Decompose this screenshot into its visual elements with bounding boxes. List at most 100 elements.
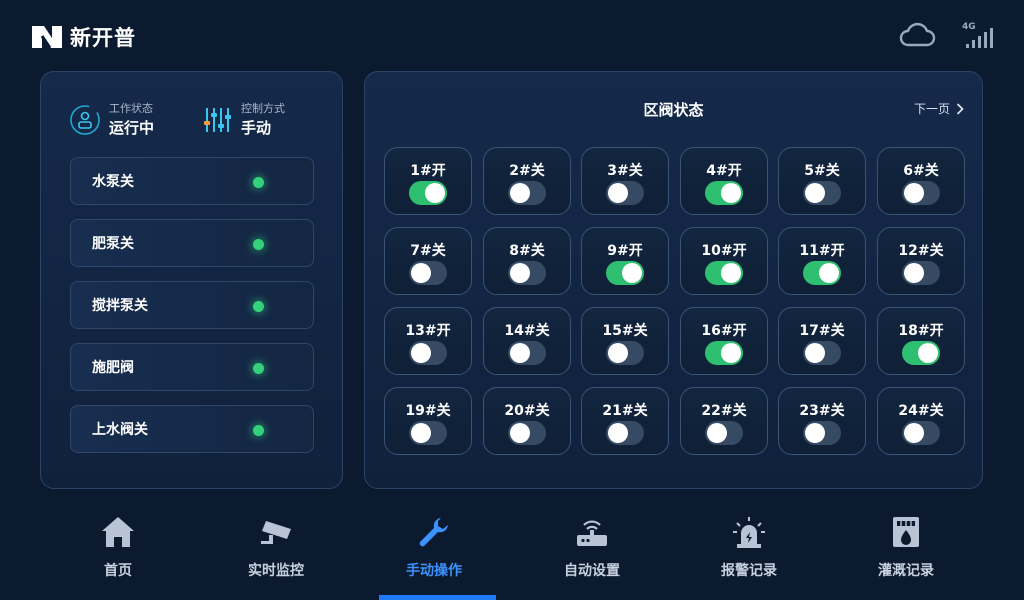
valve-cell-22[interactable]: 22#关 — [680, 387, 768, 455]
valve-toggle[interactable] — [409, 261, 447, 285]
valve-toggle[interactable] — [803, 421, 841, 445]
valve-label: 6#关 — [903, 163, 939, 179]
alarm-icon — [733, 517, 765, 548]
valve-toggle[interactable] — [409, 421, 447, 445]
valve-toggle[interactable] — [803, 261, 841, 285]
valve-cell-10[interactable]: 10#开 — [680, 227, 768, 295]
control-mode-value: 手动 — [241, 119, 272, 137]
valve-toggle[interactable] — [508, 421, 546, 445]
person-badge-icon — [70, 105, 100, 135]
valve-toggle[interactable] — [705, 181, 743, 205]
brand-name: 新开普 — [70, 26, 136, 50]
nav-label: 灌溉记录 — [878, 563, 934, 579]
valve-toggle[interactable] — [606, 421, 644, 445]
work-status-value: 运行中 — [109, 119, 155, 137]
valve-toggle[interactable] — [508, 181, 546, 205]
nav-item-manual[interactable]: 手动操作 — [364, 505, 504, 600]
valve-cell-12[interactable]: 12#关 — [877, 227, 965, 295]
valve-label: 5#关 — [804, 163, 840, 179]
toggle-knob — [721, 183, 741, 203]
valve-cell-17[interactable]: 17#关 — [778, 307, 866, 375]
bottom-nav: 首页 实时监控 手动操作 自动设置 报警记录 灌溉记录 — [0, 505, 1024, 600]
toggle-knob — [510, 263, 530, 283]
device-name: 搅拌泵关 — [92, 298, 148, 314]
valve-cell-23[interactable]: 23#关 — [778, 387, 866, 455]
equipment-status-panel: 工作状态 运行中 控制方式 手动 水泵关 肥泵关 搅拌泵关 施肥阀 上水阀关 — [40, 71, 343, 489]
valve-label: 9#开 — [607, 243, 643, 259]
valve-cell-3[interactable]: 3#关 — [581, 147, 669, 215]
toggle-knob — [510, 343, 530, 363]
valve-cell-1[interactable]: 1#开 — [384, 147, 472, 215]
device-row-water-pump: 水泵关 — [70, 157, 314, 205]
valve-toggle[interactable] — [606, 181, 644, 205]
valve-toggle[interactable] — [902, 261, 940, 285]
valve-cell-9[interactable]: 9#开 — [581, 227, 669, 295]
device-name: 水泵关 — [92, 174, 134, 190]
toggle-knob — [622, 263, 642, 283]
toggle-knob — [411, 423, 431, 443]
nav-label: 手动操作 — [406, 563, 462, 579]
toggle-knob — [721, 343, 741, 363]
valve-toggle[interactable] — [508, 341, 546, 365]
valve-cell-4[interactable]: 4#开 — [680, 147, 768, 215]
nav-item-irrigation[interactable]: 灌溉记录 — [836, 505, 976, 600]
router-icon — [577, 520, 607, 546]
valve-cell-24[interactable]: 24#关 — [877, 387, 965, 455]
valve-label: 21#关 — [602, 403, 648, 419]
valve-cell-13[interactable]: 13#开 — [384, 307, 472, 375]
toggle-knob — [510, 183, 530, 203]
valve-cell-14[interactable]: 14#关 — [483, 307, 571, 375]
valve-cell-15[interactable]: 15#关 — [581, 307, 669, 375]
toggle-knob — [425, 183, 445, 203]
valve-toggle[interactable] — [705, 341, 743, 365]
valve-toggle[interactable] — [803, 181, 841, 205]
valve-cell-7[interactable]: 7#关 — [384, 227, 472, 295]
valve-label: 8#关 — [509, 243, 545, 259]
valve-toggle[interactable] — [902, 341, 940, 365]
valve-toggle[interactable] — [902, 421, 940, 445]
valve-label: 15#关 — [602, 323, 648, 339]
valve-label: 10#开 — [701, 243, 747, 259]
next-page-button[interactable]: 下一页 — [914, 100, 964, 117]
nav-item-auto[interactable]: 自动设置 — [522, 505, 662, 600]
nav-item-home[interactable]: 首页 — [48, 505, 188, 600]
valve-cell-20[interactable]: 20#关 — [483, 387, 571, 455]
valve-cell-6[interactable]: 6#关 — [877, 147, 965, 215]
valve-label: 1#开 — [410, 163, 446, 179]
nav-label: 实时监控 — [248, 563, 304, 579]
valve-cell-5[interactable]: 5#关 — [778, 147, 866, 215]
valve-toggle[interactable] — [803, 341, 841, 365]
nav-item-alarm[interactable]: 报警记录 — [679, 505, 819, 600]
valve-toggle[interactable] — [705, 421, 743, 445]
valve-cell-8[interactable]: 8#关 — [483, 227, 571, 295]
valve-toggle[interactable] — [409, 341, 447, 365]
header: 新开普 4G — [0, 0, 1024, 70]
status-indicator — [253, 425, 264, 436]
valve-toggle[interactable] — [705, 261, 743, 285]
valve-label: 20#关 — [504, 403, 550, 419]
nav-label: 首页 — [104, 563, 132, 579]
toggle-knob — [411, 343, 431, 363]
valve-cell-2[interactable]: 2#关 — [483, 147, 571, 215]
nav-item-monitor[interactable]: 实时监控 — [206, 505, 346, 600]
toggle-knob — [918, 343, 938, 363]
valve-label: 17#关 — [799, 323, 845, 339]
valve-toggle[interactable] — [606, 261, 644, 285]
valve-cell-19[interactable]: 19#关 — [384, 387, 472, 455]
valve-cell-11[interactable]: 11#开 — [778, 227, 866, 295]
valve-toggle[interactable] — [409, 181, 447, 205]
valve-label: 22#关 — [701, 403, 747, 419]
valve-label: 11#开 — [799, 243, 845, 259]
valve-label: 13#开 — [405, 323, 451, 339]
valve-cell-21[interactable]: 21#关 — [581, 387, 669, 455]
device-row-inlet-valve: 上水阀关 — [70, 405, 314, 453]
valve-toggle[interactable] — [902, 181, 940, 205]
valve-toggle[interactable] — [606, 341, 644, 365]
device-list: 水泵关 肥泵关 搅拌泵关 施肥阀 上水阀关 — [70, 157, 314, 467]
valve-toggle[interactable] — [508, 261, 546, 285]
device-row-fertilizer-valve: 施肥阀 — [70, 343, 314, 391]
valve-cell-18[interactable]: 18#开 — [877, 307, 965, 375]
chevron-right-icon — [956, 102, 964, 115]
valve-label: 16#开 — [701, 323, 747, 339]
valve-cell-16[interactable]: 16#开 — [680, 307, 768, 375]
